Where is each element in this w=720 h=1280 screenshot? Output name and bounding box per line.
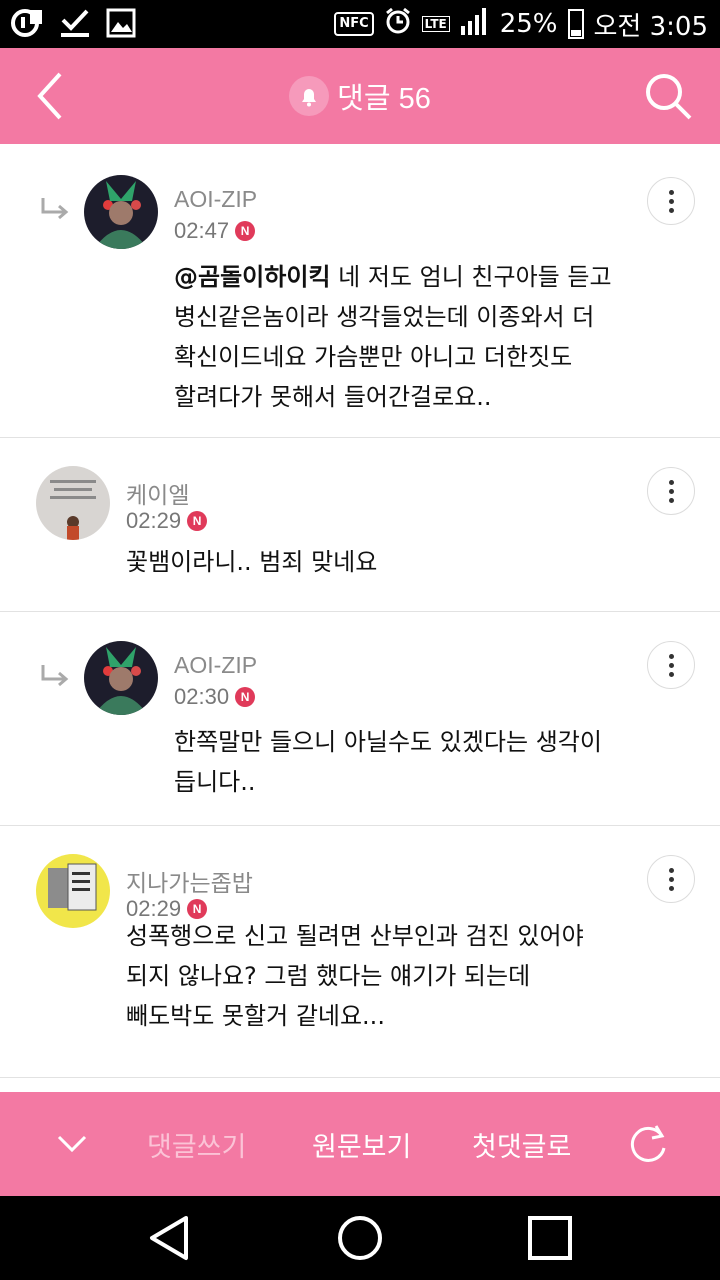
battery-percent: 25% [499, 9, 558, 39]
avatar[interactable] [36, 466, 110, 540]
comment-line: 확신이드네요 가슴뿐만 아니고 더한짓도 [174, 343, 573, 371]
first-comment-button[interactable]: 첫댓글로 [472, 1092, 571, 1196]
battery-icon [567, 9, 584, 39]
clock: 오전 3:05 [593, 11, 709, 42]
more-options-button[interactable] [647, 177, 695, 225]
comment-item: 케이엘 02:29 N 꽃뱀이라니.. 범죄 맞네요 [0, 438, 720, 612]
bottom-action-bar: 댓글쓰기 원문보기 첫댓글로 [0, 1092, 720, 1196]
lte-icon: LTE [421, 16, 450, 32]
comment-list: AOI-ZIP 02:47 N @곰돌이하이킥 네 저도 엄니 친구아들 듣고 … [0, 144, 720, 1078]
avatar[interactable] [84, 641, 158, 715]
comment-line: 성폭행으로 신고 될려면 산부인과 검진 있어야 [126, 922, 584, 950]
app-notification-icon [10, 8, 44, 42]
comment-time: 02:47 [174, 218, 230, 243]
triangle-back-icon [150, 1216, 188, 1260]
comment-line: 병신같은놈이라 생각들었는데 이종와서 더 [174, 303, 595, 331]
collapse-button[interactable] [56, 1132, 88, 1156]
comment-line: @곰돌이하이킥 네 저도 엄니 친구아들 듣고 [174, 263, 612, 291]
nfc-icon: NFC [334, 12, 374, 36]
write-comment-button[interactable]: 댓글쓰기 [147, 1092, 246, 1196]
avatar[interactable] [84, 175, 158, 249]
comment-body: @곰돌이하이킥 네 저도 엄니 친구아들 듣고 병신같은놈이라 생각들었는데 이… [174, 257, 612, 417]
avatar[interactable] [36, 854, 110, 928]
mention-link[interactable]: @곰돌이하이킥 [174, 263, 330, 291]
more-options-button[interactable] [647, 855, 695, 903]
comment-author[interactable]: AOI-ZIP [174, 652, 257, 679]
nav-back-button[interactable] [146, 1214, 194, 1262]
comment-item: AOI-ZIP 02:30 N 한쪽말만 들으니 아닐수도 있겠다는 생각이 듭… [0, 612, 720, 826]
square-recents-icon [528, 1216, 572, 1260]
comment-time: 02:29 [126, 508, 182, 533]
view-original-button[interactable]: 원문보기 [312, 1092, 411, 1196]
search-button[interactable] [642, 70, 694, 122]
image-icon [106, 8, 136, 42]
comment-body: 꽃뱀이라니.. 범죄 맞네요 [126, 542, 377, 582]
comment-item: AOI-ZIP 02:47 N @곰돌이하이킥 네 저도 엄니 친구아들 듣고 … [0, 144, 720, 438]
page-title: 댓글 56 [337, 83, 431, 115]
comment-author[interactable]: AOI-ZIP [174, 186, 257, 213]
comment-line: 할려다가 못해서 들어간걸로요.. [174, 383, 492, 411]
new-badge: N [235, 687, 256, 707]
reply-arrow-icon [41, 665, 69, 687]
comment-line: 빼도박도 못할거 같네요... [126, 1002, 385, 1030]
refresh-button[interactable] [626, 1122, 670, 1166]
notification-bell-button[interactable] [289, 76, 330, 116]
comment-author[interactable]: 지나가는좁밥 [126, 864, 253, 898]
comment-body: 한쪽말만 들으니 아닐수도 있겠다는 생각이 듭니다.. [174, 722, 602, 802]
comment-body: 성폭행으로 신고 될려면 산부인과 검진 있어야 되지 않나요? 그럼 했다는 … [126, 916, 584, 1036]
comment-item: 지나가는좁밥 02:29 N 성폭행으로 신고 될려면 산부인과 검진 있어야 … [0, 826, 720, 1078]
more-options-button[interactable] [647, 641, 695, 689]
comment-line: 꽃뱀이라니.. 범죄 맞네요 [126, 548, 378, 576]
new-badge: N [187, 511, 208, 531]
nav-home-button[interactable] [336, 1214, 384, 1262]
circle-home-icon [338, 1216, 382, 1260]
nav-recents-button[interactable] [526, 1214, 574, 1262]
bell-icon [302, 89, 317, 107]
more-options-button[interactable] [647, 467, 695, 515]
comment-line: 듭니다.. [174, 768, 256, 796]
status-bar: NFC LTE 25% 오전 3:05 [0, 0, 720, 48]
refresh-icon [630, 1125, 666, 1162]
alarm-icon [384, 7, 412, 42]
signal-icon [460, 6, 490, 43]
comment-line: 되지 않나요? 그럼 했다는 얘기가 되는데 [126, 962, 531, 990]
app-header: 댓글 56 [0, 48, 720, 144]
search-icon [646, 74, 692, 120]
comment-author[interactable]: 케이엘 [126, 476, 189, 510]
download-complete-icon [60, 8, 90, 42]
system-nav-bar [0, 1196, 720, 1280]
reply-arrow-icon [41, 198, 69, 220]
new-badge: N [235, 221, 256, 241]
chevron-down-icon [57, 1135, 87, 1153]
comment-time: 02:30 [174, 684, 230, 709]
comment-line: 한쪽말만 들으니 아닐수도 있겠다는 생각이 [174, 728, 602, 756]
